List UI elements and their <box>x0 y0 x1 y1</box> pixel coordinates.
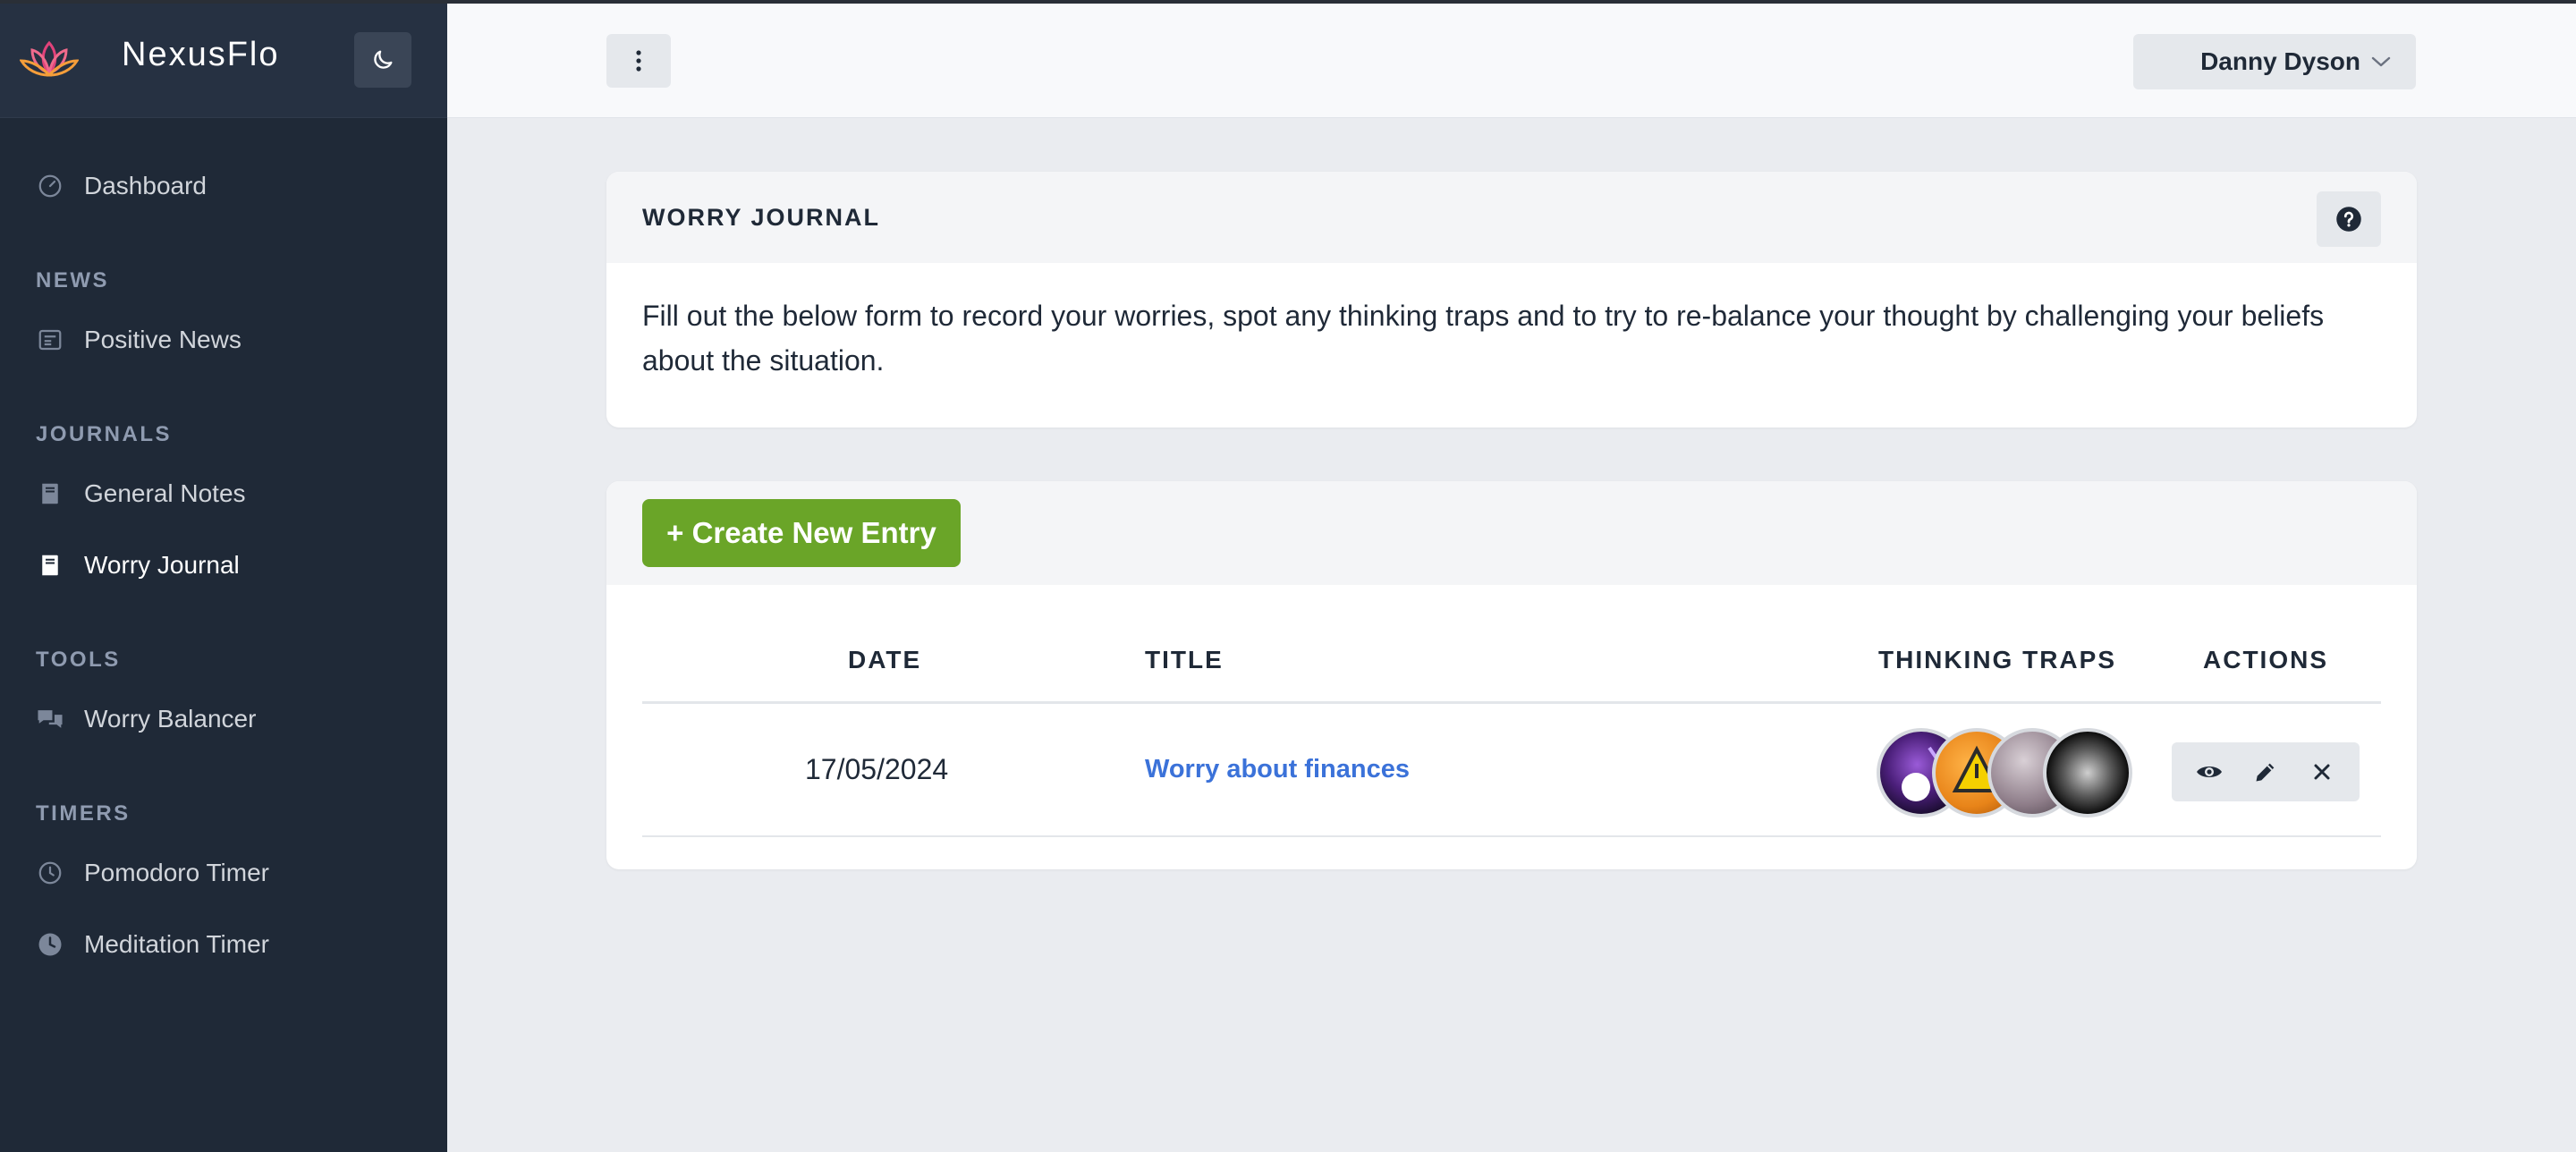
nav-section-news: NEWS <box>36 268 109 292</box>
view-button[interactable] <box>2190 752 2229 792</box>
brand-name[interactable]: NexusFlo <box>122 36 280 74</box>
book-icon <box>36 479 64 508</box>
gauge-icon <box>36 172 64 200</box>
sidebar-item-label: Worry Journal <box>84 551 240 579</box>
sidebar-item-worry-journal[interactable]: Worry Journal <box>36 551 240 580</box>
help-button[interactable] <box>2317 191 2381 247</box>
table-row-divider <box>642 835 2381 837</box>
top-header: Danny Dyson <box>447 0 2576 118</box>
newspaper-icon <box>36 326 64 354</box>
window-top-edge <box>0 0 2576 4</box>
theme-toggle-button[interactable] <box>354 32 411 88</box>
column-header-title: TITLE <box>1145 646 1224 673</box>
sidebar-item-label: General Notes <box>84 479 246 507</box>
clock-icon <box>36 859 64 887</box>
nav-section-tools: TOOLS <box>36 648 121 672</box>
menu-button[interactable] <box>606 34 671 88</box>
book-icon <box>36 551 64 580</box>
eye-icon <box>2196 767 2222 777</box>
column-header-actions: ACTIONS <box>2203 646 2328 673</box>
intro-card-header: WORRY JOURNAL <box>606 172 2417 263</box>
question-icon <box>2336 207 2361 232</box>
table-header-divider <box>642 701 2381 704</box>
moon-icon <box>374 50 393 69</box>
delete-button[interactable] <box>2302 752 2342 792</box>
edit-button[interactable] <box>2246 752 2285 792</box>
row-actions <box>2172 742 2360 801</box>
sidebar-item-label: Positive News <box>84 326 242 353</box>
sidebar-item-positive-news[interactable]: Positive News <box>36 326 242 354</box>
sidebar-item-meditation-timer[interactable]: Meditation Timer <box>36 930 269 959</box>
kebab-icon <box>636 50 641 72</box>
sidebar-item-general-notes[interactable]: General Notes <box>36 479 246 508</box>
sidebar-item-label: Pomodoro Timer <box>84 859 269 886</box>
entries-card: + Create New Entry DATE TITLE THINKING T… <box>606 481 2417 869</box>
pencil-icon <box>2256 763 2275 782</box>
sidebar-item-pomodoro-timer[interactable]: Pomodoro Timer <box>36 859 269 887</box>
column-header-thinking-traps: THINKING TRAPS <box>1878 646 2116 673</box>
entries-card-header: + Create New Entry <box>606 481 2417 585</box>
sidebar-header: NexusFlo <box>0 0 447 118</box>
lotus-logo-icon[interactable] <box>20 39 79 80</box>
close-icon <box>2314 764 2330 780</box>
thinking-trap-avatar[interactable] <box>2043 728 2132 817</box>
nav-section-timers: TIMERS <box>36 801 131 826</box>
column-header-date: DATE <box>848 646 922 673</box>
user-name: Danny Dyson <box>2200 47 2360 75</box>
intro-description: Fill out the below form to record your w… <box>642 300 2325 377</box>
comments-icon <box>36 705 64 733</box>
nav-section-journals: JOURNALS <box>36 422 173 446</box>
user-menu-button[interactable]: Danny Dyson <box>2133 34 2416 89</box>
sidebar-item-worry-balancer[interactable]: Worry Balancer <box>36 705 256 733</box>
sidebar: NexusFlo Dashboard NEWS Positive News JO… <box>0 0 447 1152</box>
clock-solid-icon <box>36 930 64 959</box>
thinking-traps-list <box>1877 728 2145 821</box>
sidebar-item-label: Worry Balancer <box>84 705 257 733</box>
entry-title-link[interactable]: Worry about finances <box>1145 755 1410 784</box>
intro-card: WORRY JOURNAL Fill out the below form to… <box>606 172 2417 428</box>
sidebar-item-label: Dashboard <box>84 172 207 199</box>
sidebar-item-dashboard[interactable]: Dashboard <box>36 172 207 200</box>
chevron-down-icon <box>2371 56 2391 67</box>
entry-date: 17/05/2024 <box>805 753 949 785</box>
page-title: WORRY JOURNAL <box>642 204 881 231</box>
sidebar-item-label: Meditation Timer <box>84 930 269 958</box>
create-entry-button[interactable]: + Create New Entry <box>642 499 961 567</box>
